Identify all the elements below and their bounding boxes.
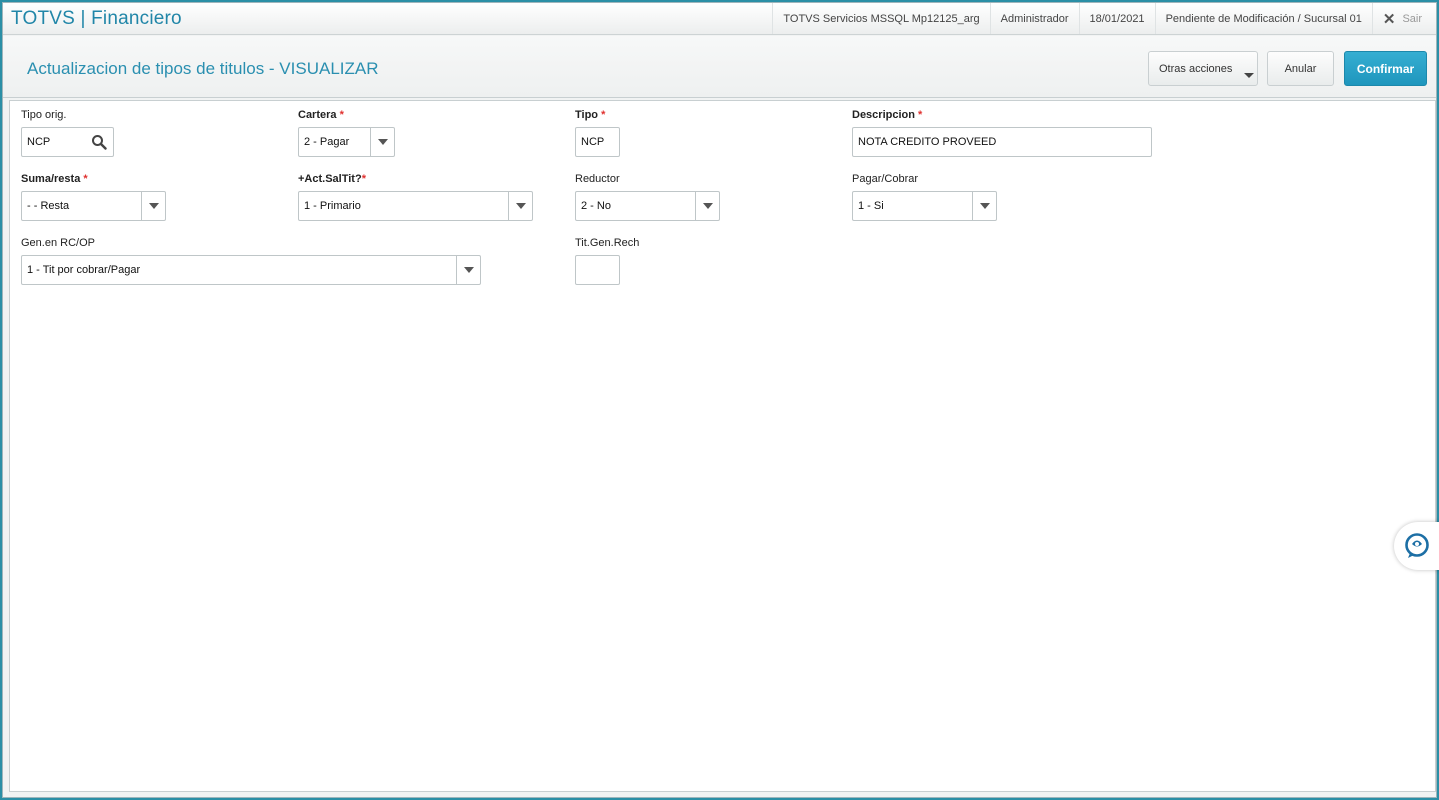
field-label: Descripcion * <box>852 109 923 121</box>
field-value: - - Resta <box>27 200 70 212</box>
field-label: Cartera * <box>298 109 344 121</box>
field-label: Gen.en RC/OP <box>21 237 95 249</box>
field-tipo-orig: Tipo orig. NCP <box>21 108 114 157</box>
exit-button[interactable]: ✕ Sair <box>1371 3 1436 34</box>
top-bar: TOTVS | Financiero TOTVS Servicios MSSQL… <box>3 3 1436 35</box>
field-value: NOTA CREDITO PROVEED <box>858 136 997 148</box>
field-descripcion: Descripcion * NOTA CREDITO PROVEED <box>852 108 1152 157</box>
top-bar-items: TOTVS Servicios MSSQL Mp12125_arg Admini… <box>772 3 1436 34</box>
chevron-down-icon[interactable] <box>370 128 394 156</box>
system-date[interactable]: 18/01/2021 <box>1078 3 1155 34</box>
field-value: 1 - Tit por cobrar/Pagar <box>27 264 141 276</box>
other-actions-label: Otras acciones <box>1159 62 1233 75</box>
field-tit-gen-rech: Tit.Gen.Rech <box>575 236 640 285</box>
field-value: 1 - Si <box>858 200 884 212</box>
form-panel: Tipo orig. NCP Cartera * 2 - Pagar Tipo … <box>9 100 1436 792</box>
page-title: Actualizacion de tipos de titulos - VISU… <box>27 59 379 78</box>
gen-rcop-select[interactable]: 1 - Tit por cobrar/Pagar <box>21 255 481 285</box>
field-value: NCP <box>581 136 605 148</box>
field-suma-resta: Suma/resta * - - Resta <box>21 172 166 221</box>
field-label: Pagar/Cobrar <box>852 173 919 185</box>
field-label: Reductor <box>575 173 620 185</box>
field-label: Suma/resta * <box>21 173 88 185</box>
field-pagar-cobrar: Pagar/Cobrar 1 - Si <box>852 172 997 221</box>
field-value: 2 - No <box>581 200 611 212</box>
suma-resta-select[interactable]: - - Resta <box>21 191 166 221</box>
cancel-button[interactable]: Anular <box>1267 51 1334 86</box>
reductor-select[interactable]: 2 - No <box>575 191 720 221</box>
field-value: 2 - Pagar <box>304 136 350 148</box>
chevron-down-icon[interactable] <box>508 192 532 220</box>
field-value: NCP <box>27 136 51 148</box>
chevron-down-icon[interactable] <box>141 192 165 220</box>
close-icon: ✕ <box>1382 10 1396 28</box>
field-reductor: Reductor 2 - No <box>575 172 720 221</box>
search-icon[interactable] <box>91 134 107 150</box>
field-label: Tipo * <box>575 109 606 121</box>
descripcion-input[interactable]: NOTA CREDITO PROVEED <box>852 127 1152 157</box>
page-header: Actualizacion de tipos de titulos - VISU… <box>3 36 1436 98</box>
cartera-select[interactable]: 2 - Pagar <box>298 127 395 157</box>
branch-info[interactable]: Pendiente de Modificación / Sucursal 01 <box>1154 3 1372 34</box>
tipo-input[interactable]: NCP <box>575 127 620 157</box>
user-name[interactable]: Administrador <box>989 3 1079 34</box>
app-title: TOTVS | Financiero <box>11 7 182 29</box>
chevron-down-icon[interactable] <box>972 192 996 220</box>
field-label: Tit.Gen.Rech <box>575 237 640 249</box>
chevron-down-icon[interactable] <box>695 192 719 220</box>
field-value: 1 - Primario <box>304 200 361 212</box>
exit-label: Sair <box>1402 12 1422 25</box>
field-act-saltit: +Act.SalTit?* 1 - Primario <box>298 172 533 221</box>
field-tipo: Tipo * NCP <box>575 108 620 157</box>
field-gen-rcop: Gen.en RC/OP 1 - Tit por cobrar/Pagar <box>21 236 481 285</box>
confirm-button[interactable]: Confirmar <box>1344 51 1427 86</box>
act-saltit-select[interactable]: 1 - Primario <box>298 191 533 221</box>
field-label: +Act.SalTit?* <box>298 173 366 185</box>
help-chat-icon <box>1405 533 1429 558</box>
help-chat-button[interactable] <box>1394 522 1439 570</box>
other-actions-button[interactable]: Otras acciones <box>1148 51 1258 86</box>
app-window: TOTVS | Financiero TOTVS Servicios MSSQL… <box>2 2 1439 798</box>
chevron-down-icon[interactable] <box>456 256 480 284</box>
field-label: Tipo orig. <box>21 109 67 121</box>
tipo-orig-input[interactable]: NCP <box>21 127 114 157</box>
tit-gen-rech-input[interactable] <box>575 255 620 285</box>
server-info: TOTVS Servicios MSSQL Mp12125_arg <box>772 3 989 34</box>
chevron-down-icon <box>1244 73 1254 78</box>
pagar-cobrar-select[interactable]: 1 - Si <box>852 191 997 221</box>
field-cartera: Cartera * 2 - Pagar <box>298 108 395 157</box>
